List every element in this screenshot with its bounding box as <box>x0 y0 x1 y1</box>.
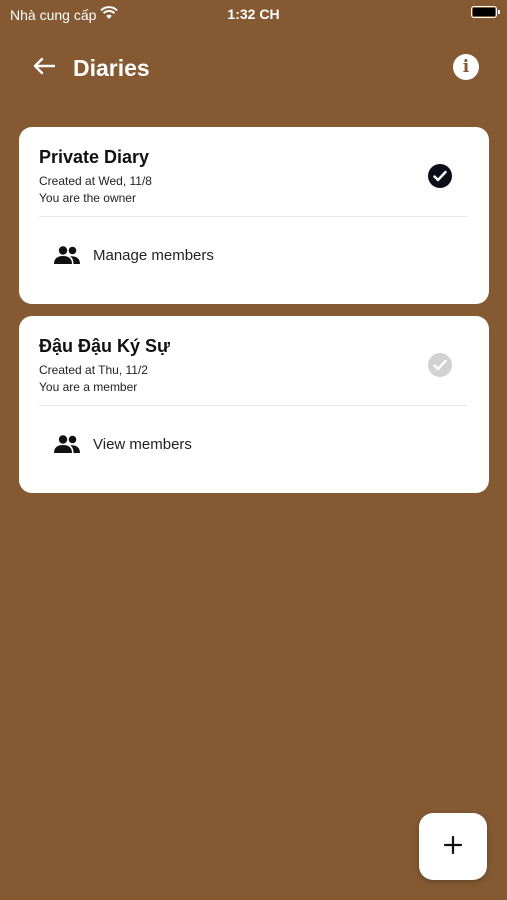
diary-role: You are the owner <box>39 191 136 205</box>
info-button[interactable]: i <box>453 54 479 80</box>
diary-card-header[interactable]: Đậu Đậu Ký Sự Created at Thu, 11/2 You a… <box>19 316 489 405</box>
check-circle-icon[interactable] <box>428 353 452 377</box>
diary-created-date: Created at Wed, 11/8 <box>39 174 152 188</box>
divider <box>39 216 467 217</box>
members-label: View members <box>93 435 192 453</box>
people-icon <box>53 244 83 266</box>
plus-icon <box>443 835 463 859</box>
back-button[interactable] <box>28 52 60 84</box>
battery-icon <box>471 6 500 18</box>
status-time: 1:32 CH <box>227 6 280 22</box>
view-members-button[interactable]: View members <box>39 416 467 472</box>
page-title: Diaries <box>73 55 150 81</box>
manage-members-button[interactable]: Manage members <box>39 227 467 283</box>
add-diary-button[interactable] <box>419 813 487 880</box>
diary-role: You are a member <box>39 380 138 394</box>
diary-card-private[interactable]: Private Diary Created at Wed, 11/8 You a… <box>19 127 489 304</box>
arrow-left-icon <box>33 57 56 79</box>
status-bar: Nhà cung cấp 1:32 CH <box>0 0 507 28</box>
diary-card-dau-dau[interactable]: Đậu Đậu Ký Sự Created at Thu, 11/2 You a… <box>19 316 489 493</box>
members-label: Manage members <box>93 246 214 264</box>
diary-name: Private Diary <box>39 147 150 167</box>
diary-created-date: Created at Thu, 11/2 <box>39 363 148 377</box>
people-icon <box>53 433 83 455</box>
divider <box>39 405 467 406</box>
info-icon: i <box>462 57 470 77</box>
app-bar: Diaries i <box>0 40 507 96</box>
diary-card-header[interactable]: Private Diary Created at Wed, 11/8 You a… <box>19 127 489 216</box>
check-circle-icon[interactable] <box>428 164 452 188</box>
diary-name: Đậu Đậu Ký Sự <box>39 336 171 356</box>
